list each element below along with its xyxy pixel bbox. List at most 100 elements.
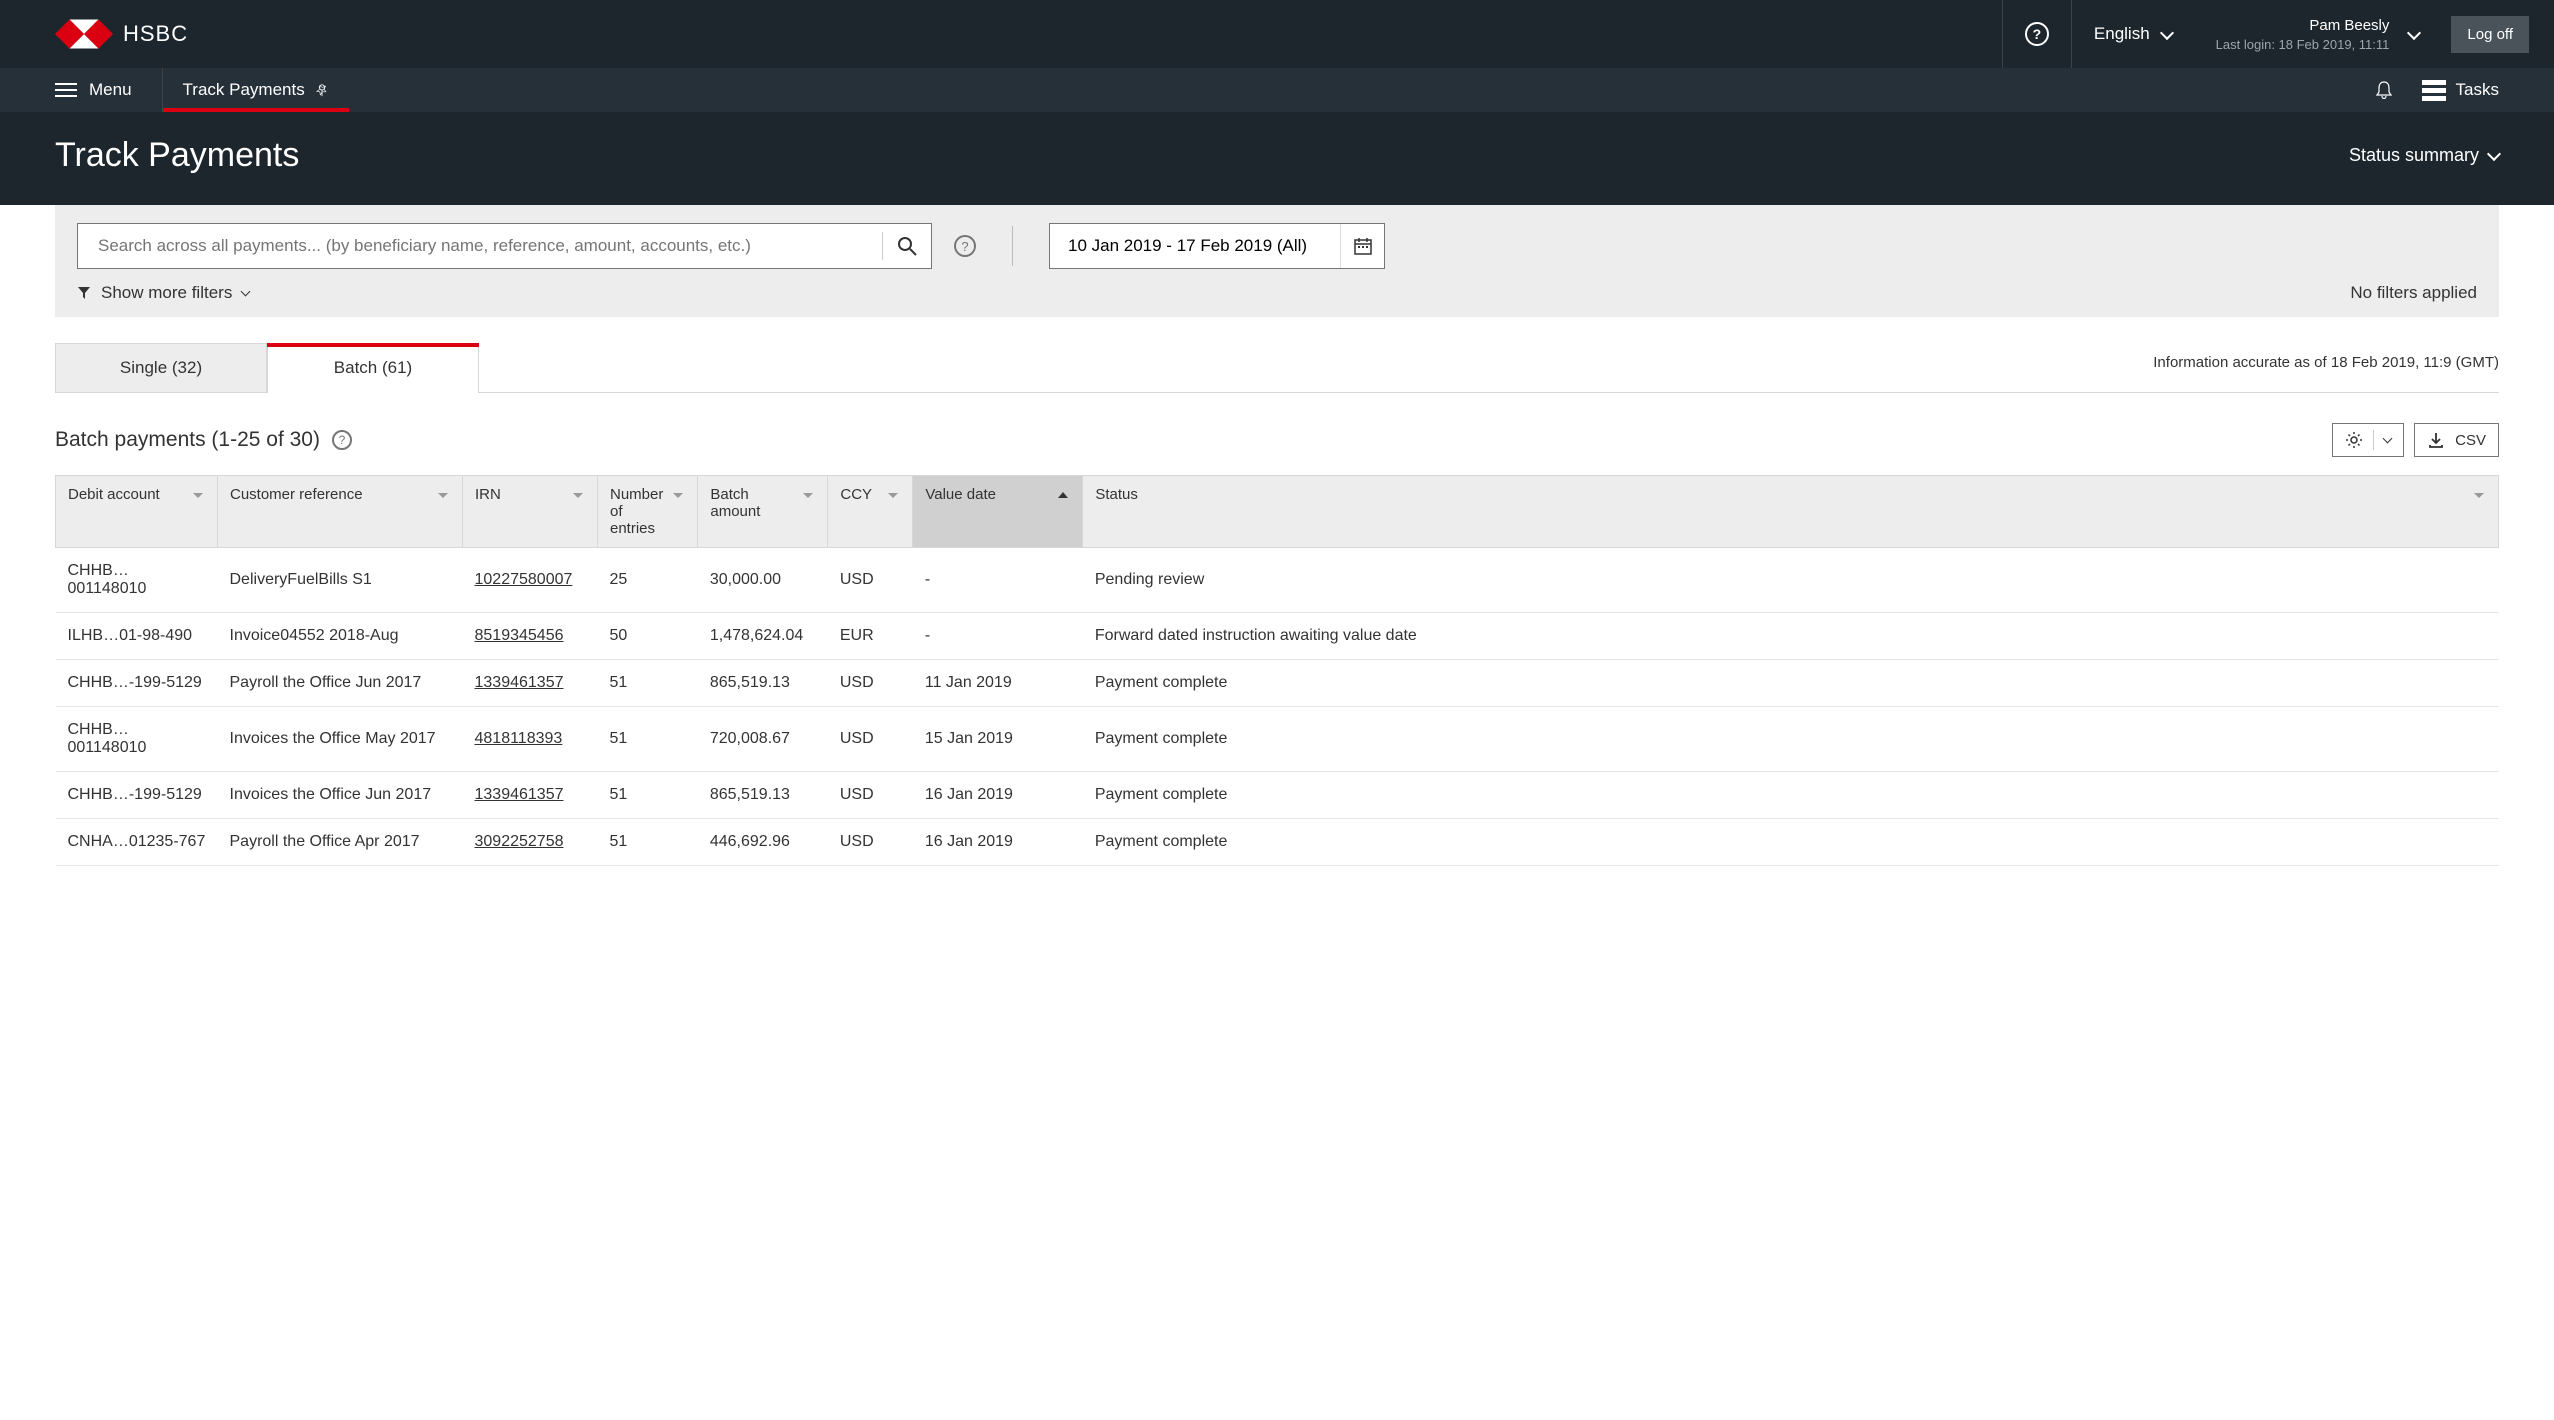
menu-button[interactable]: Menu — [55, 68, 163, 112]
user-section[interactable]: Pam Beesly Last login: 18 Feb 2019, 11:1… — [2194, 0, 2442, 68]
cell-debit: CHHB…001148010 — [56, 548, 218, 613]
table-row[interactable]: ILHB…01-98-490Invoice04552 2018-Aug 85193… — [56, 613, 2499, 660]
tasks-icon — [2422, 80, 2446, 101]
cell-amt: 720,008.67 — [698, 707, 828, 772]
cell-ref: Payroll the Office Jun 2017 — [218, 660, 463, 707]
brand-logo[interactable]: HSBC — [55, 18, 188, 50]
funnel-icon — [77, 286, 91, 300]
cell-status: Payment complete — [1083, 772, 2499, 819]
cell-amt: 865,519.13 — [698, 660, 828, 707]
col-batch-amount[interactable]: Batch amount — [698, 476, 828, 548]
status-summary-label: Status summary — [2349, 145, 2479, 166]
irn-link[interactable]: 8519345456 — [475, 627, 564, 644]
irn-link[interactable]: 1339461357 — [475, 786, 564, 803]
cell-ref: Invoices the Office Jun 2017 — [218, 772, 463, 819]
search-button[interactable] — [883, 236, 931, 256]
chevron-down-icon — [2487, 147, 2501, 161]
chevron-down-icon — [2383, 434, 2393, 444]
sort-icon — [671, 490, 685, 500]
col-value-date[interactable]: Value date — [913, 476, 1083, 548]
csv-label: CSV — [2455, 432, 2486, 449]
col-customer-reference[interactable]: Customer reference — [218, 476, 463, 548]
cell-ref: DeliveryFuelBills S1 — [218, 548, 463, 613]
cell-irn: 8519345456 — [463, 613, 598, 660]
col-irn[interactable]: IRN — [463, 476, 598, 548]
cell-irn: 1339461357 — [463, 660, 598, 707]
tasks-button[interactable]: Tasks — [2422, 80, 2499, 101]
cell-num: 50 — [598, 613, 698, 660]
cell-debit: CHHB…-199-5129 — [56, 772, 218, 819]
sort-icon — [191, 490, 205, 500]
tab-batch[interactable]: Batch (61) — [267, 343, 479, 392]
cell-status: Payment complete — [1083, 660, 2499, 707]
show-more-filters[interactable]: Show more filters — [77, 283, 249, 303]
cell-num: 25 — [598, 548, 698, 613]
cell-num: 51 — [598, 772, 698, 819]
col-ccy[interactable]: CCY — [828, 476, 913, 548]
irn-link[interactable]: 3092252758 — [475, 833, 564, 850]
col-debit-account[interactable]: Debit account — [56, 476, 218, 548]
table-row[interactable]: CHHB…-199-5129Invoices the Office Jun 20… — [56, 772, 2499, 819]
notifications-icon[interactable] — [2376, 81, 2392, 99]
cell-ccy: USD — [828, 819, 913, 866]
page-title: Track Payments — [55, 136, 299, 175]
cell-irn: 4818118393 — [463, 707, 598, 772]
col-status[interactable]: Status — [1083, 476, 2499, 548]
cell-irn: 3092252758 — [463, 819, 598, 866]
col-number-entries[interactable]: Number of entries — [598, 476, 698, 548]
cell-debit: CHHB…-199-5129 — [56, 660, 218, 707]
search-help-icon[interactable]: ? — [954, 235, 976, 257]
sort-icon — [2472, 490, 2486, 500]
table-row[interactable]: CNHA…01235-767Payroll the Office Apr 201… — [56, 819, 2499, 866]
cell-debit: ILHB…01-98-490 — [56, 613, 218, 660]
logoff-button[interactable]: Log off — [2451, 16, 2529, 53]
search-input[interactable] — [78, 236, 882, 256]
chevron-down-icon — [241, 287, 251, 297]
cell-ccy: USD — [828, 707, 913, 772]
navbar: Menu Track Payments Tasks — [0, 68, 2554, 112]
sort-icon — [436, 490, 450, 500]
cell-status: Pending review — [1083, 548, 2499, 613]
language-label: English — [2094, 24, 2150, 44]
hsbc-logo-icon — [55, 18, 113, 50]
cell-irn: 1339461357 — [463, 772, 598, 819]
payments-table: Debit account Customer reference IRN Num… — [55, 475, 2499, 866]
cell-num: 51 — [598, 707, 698, 772]
language-selector[interactable]: English — [2071, 0, 2194, 68]
cell-debit: CHHB…001148010 — [56, 707, 218, 772]
sort-icon — [571, 490, 585, 500]
help-icon[interactable]: ? — [2025, 22, 2049, 46]
date-range-input[interactable] — [1050, 236, 1340, 256]
cell-status: Payment complete — [1083, 707, 2499, 772]
cell-ccy: USD — [828, 548, 913, 613]
sort-asc-icon — [1056, 490, 1070, 500]
download-icon — [2427, 431, 2445, 449]
status-summary-toggle[interactable]: Status summary — [2349, 145, 2499, 166]
cell-num: 51 — [598, 819, 698, 866]
cell-num: 51 — [598, 660, 698, 707]
sort-icon — [801, 490, 815, 500]
export-csv-button[interactable]: CSV — [2414, 423, 2499, 457]
table-row[interactable]: CHHB…001148010DeliveryFuelBills S1 102275… — [56, 548, 2499, 613]
irn-link[interactable]: 10227580007 — [475, 571, 573, 588]
list-help-icon[interactable]: ? — [332, 430, 352, 450]
columns-settings-button[interactable] — [2332, 423, 2404, 457]
filters-applied-text: No filters applied — [2350, 283, 2477, 303]
cell-ref: Invoice04552 2018-Aug — [218, 613, 463, 660]
cell-vdate: 16 Jan 2019 — [913, 819, 1083, 866]
tab-single[interactable]: Single (32) — [55, 343, 267, 392]
cell-ccy: USD — [828, 660, 913, 707]
info-timestamp: Information accurate as of 18 Feb 2019, … — [2153, 354, 2499, 381]
date-range-box — [1049, 223, 1385, 269]
irn-link[interactable]: 4818118393 — [475, 730, 563, 747]
cell-status: Forward dated instruction awaiting value… — [1083, 613, 2499, 660]
chevron-down-icon — [2407, 25, 2421, 39]
cell-vdate: - — [913, 548, 1083, 613]
irn-link[interactable]: 1339461357 — [475, 674, 564, 691]
calendar-button[interactable] — [1340, 224, 1384, 268]
nav-track-payments[interactable]: Track Payments — [163, 68, 349, 112]
search-icon — [897, 236, 917, 256]
table-row[interactable]: CHHB…001148010Invoices the Office May 20… — [56, 707, 2499, 772]
table-row[interactable]: CHHB…-199-5129Payroll the Office Jun 201… — [56, 660, 2499, 707]
tasks-label: Tasks — [2456, 80, 2499, 100]
